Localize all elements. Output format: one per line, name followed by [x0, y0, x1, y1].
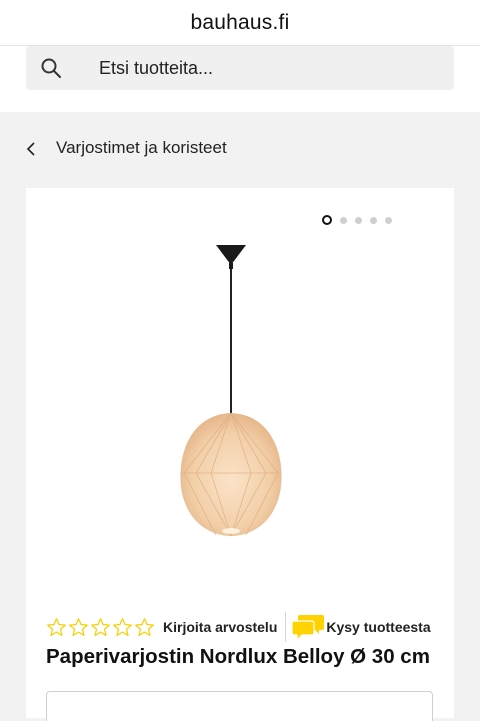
search-placeholder: Etsi tuotteita... — [99, 58, 214, 78]
gallery-pagination — [322, 215, 392, 225]
star-icon — [47, 617, 66, 636]
product-title: Paperivarjostin Nordlux Belloy Ø 30 cm — [46, 645, 430, 668]
breadcrumb[interactable]: Varjostimet ja koristeet — [0, 112, 480, 188]
search-input[interactable]: Etsi tuotteita... — [26, 46, 454, 90]
gallery-dot[interactable] — [355, 216, 362, 224]
product-option-select[interactable] — [46, 691, 433, 721]
chat-bubbles-icon[interactable] — [291, 613, 325, 641]
star-icon — [113, 617, 132, 636]
gallery-dot[interactable] — [322, 215, 332, 225]
search-band: Etsi tuotteita... — [0, 46, 480, 112]
divider — [285, 612, 287, 642]
star-icon — [69, 617, 88, 636]
gallery-dot[interactable] — [370, 216, 377, 224]
search-icon — [41, 58, 61, 78]
breadcrumb-label: Varjostimet ja koristeet — [56, 138, 227, 157]
ask-question-link[interactable]: Kysy tuotteesta — [326, 619, 430, 635]
product-image[interactable] — [176, 243, 286, 543]
star-icon — [135, 617, 154, 636]
rating-stars[interactable] — [46, 617, 155, 638]
browser-address-bar[interactable]: bauhaus.fi — [0, 0, 480, 46]
rating-row: Kirjoita arvostelu Kysy tuotteesta — [46, 612, 446, 642]
write-review-link[interactable]: Kirjoita arvostelu — [163, 619, 277, 635]
product-card: Kirjoita arvostelu Kysy tuotteesta Paper… — [26, 188, 454, 721]
gallery-dot[interactable] — [385, 216, 392, 224]
url-text: bauhaus.fi — [190, 10, 290, 34]
chevron-left-icon — [26, 142, 35, 156]
star-icon — [91, 617, 110, 636]
gallery-dot[interactable] — [340, 216, 347, 224]
